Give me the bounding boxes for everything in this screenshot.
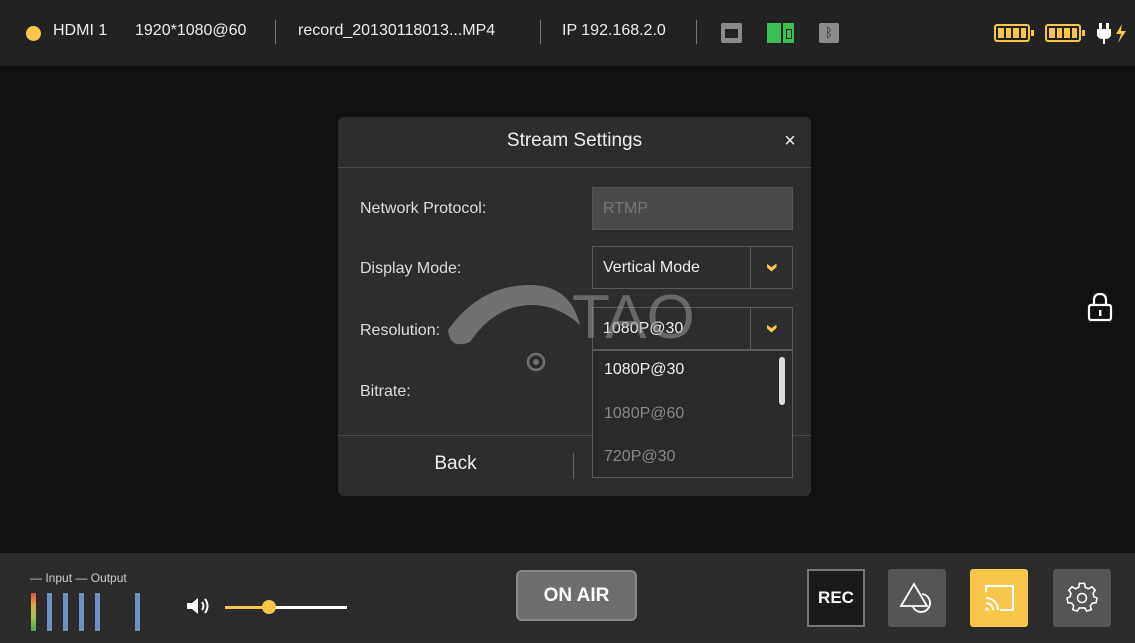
cast-icon [985, 585, 1014, 611]
lock-icon[interactable] [1087, 292, 1113, 322]
input-label: Input [45, 571, 73, 585]
audio-meter [47, 593, 52, 631]
gear-icon [1066, 582, 1098, 612]
output-label: Output [90, 571, 127, 585]
resolution-value: 1080P@30 [603, 320, 684, 337]
divider [540, 20, 541, 44]
record-button[interactable]: REC [807, 569, 865, 627]
display-mode-select[interactable]: Vertical Mode [592, 246, 793, 289]
power-plug-icon [1097, 23, 1126, 44]
audio-meter [79, 593, 84, 631]
back-button[interactable]: Back [338, 436, 573, 496]
resolution-select[interactable]: 1080P@30 [592, 307, 793, 350]
record-filename: record_20130118013...MP4 [298, 22, 496, 39]
network-protocol-field: RTMP [592, 187, 793, 230]
list-item[interactable]: 720P@30 [604, 448, 675, 466]
dropdown-toggle[interactable] [750, 247, 792, 288]
status-bar: HDMI 1 1920*1080@60 record_20130118013..… [0, 0, 1135, 66]
on-air-button[interactable]: ON AIR [516, 570, 637, 621]
bitrate-label: Bitrate: [360, 383, 411, 400]
divider [275, 20, 276, 44]
ip-address: IP 192.168.2.0 [562, 22, 666, 39]
source-name: HDMI 1 [53, 22, 108, 39]
divider [573, 453, 574, 479]
meter-legend: — Input — Output [30, 571, 127, 585]
audio-meter [31, 593, 36, 631]
bottom-toolbar: — Input — Output ON AIR REC [0, 553, 1135, 643]
resolution-label: Resolution: [360, 322, 441, 339]
shapes-icon [899, 582, 931, 613]
battery-icon [994, 24, 1034, 42]
source-indicator-dot [26, 26, 41, 41]
dropdown-toggle[interactable] [750, 308, 792, 349]
divider [696, 20, 697, 44]
close-icon[interactable]: × [779, 130, 801, 152]
settings-button[interactable] [1053, 569, 1111, 627]
scrollbar[interactable] [779, 357, 785, 405]
shapes-button[interactable] [888, 569, 946, 627]
speaker-icon[interactable] [185, 595, 213, 617]
output-meter [135, 593, 140, 631]
list-item[interactable]: 1080P@60 [604, 405, 684, 423]
bluetooth-icon: ᛒ [819, 23, 839, 43]
volume-slider-handle[interactable] [261, 600, 276, 614]
display-mode-value: Vertical Mode [603, 259, 700, 276]
display-mode-label: Display Mode: [360, 260, 462, 277]
list-item[interactable]: 1080P@30 [604, 361, 684, 379]
network-protocol-label: Network Protocol: [360, 200, 487, 217]
sim-card-icon [767, 23, 794, 43]
resolution-dropdown-list: 1080P@30 1080P@60 720P@30 [592, 350, 793, 478]
audio-meter [63, 593, 68, 631]
divider [338, 167, 811, 168]
battery-icon [1045, 24, 1085, 42]
input-format: 1920*1080@60 [135, 22, 247, 39]
ethernet-icon [721, 23, 742, 43]
dialog-title: Stream Settings [506, 130, 643, 151]
audio-meter [95, 593, 100, 631]
chevron-down-icon [766, 263, 777, 272]
cast-button[interactable] [970, 569, 1028, 627]
chevron-down-icon [766, 324, 777, 333]
